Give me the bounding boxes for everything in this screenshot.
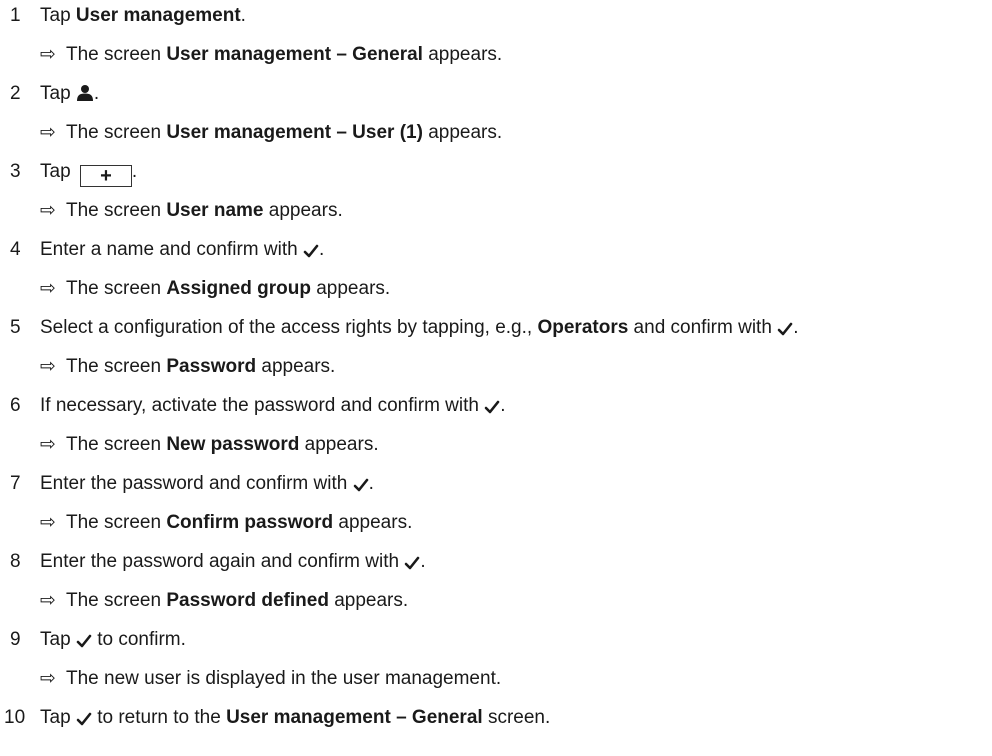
result-arrow-icon: ⇨ — [40, 434, 56, 455]
result-arrow-icon: ⇨ — [40, 44, 56, 65]
result-pre: The screen — [66, 200, 167, 221]
result-text: ⇨ The screen New password appears. — [40, 431, 379, 459]
check-icon — [484, 400, 500, 414]
result-bold: Confirm password — [166, 512, 334, 533]
result-post: appears. — [328, 590, 409, 611]
check-icon — [303, 244, 319, 258]
step-number: 2 — [10, 83, 21, 104]
step-number: 7 — [10, 473, 21, 494]
result-bold: Assigned group — [166, 278, 311, 299]
result-bold: Password defined — [166, 590, 329, 611]
step-text-pre: Enter a name and confirm with — [40, 239, 303, 260]
result-bold: New password — [166, 434, 300, 455]
step-text-post: screen. — [482, 707, 551, 728]
step-number: 5 — [10, 317, 21, 338]
step-text-pre: Select a configuration of the access rig… — [40, 317, 538, 338]
step-number: 6 — [10, 395, 21, 416]
step-text-post: to confirm. — [91, 629, 186, 650]
result-bold: Password — [166, 356, 257, 377]
step-text-pre: Enter the password again and confirm wit… — [40, 551, 405, 572]
step-text-post: . — [131, 161, 138, 182]
step-text-pre: Enter the password and confirm with — [40, 473, 353, 494]
result-text: ⇨ The screen User management – User (1) a… — [40, 119, 502, 147]
step-number: 8 — [10, 551, 21, 572]
result-bold: User name — [166, 200, 264, 221]
step-number: 4 — [10, 239, 21, 260]
result-pre: The screen — [66, 434, 167, 455]
step-text-pre: Tap — [40, 707, 76, 728]
result-arrow-icon: ⇨ — [40, 122, 56, 143]
step-text-post: . — [93, 83, 100, 104]
check-icon — [405, 556, 420, 570]
result-pre: The screen — [66, 278, 167, 299]
result-post: appears. — [256, 356, 336, 377]
check-icon — [777, 322, 793, 336]
step-text: If necessary, activate the password and … — [40, 392, 506, 420]
step-text-pre: Tap — [40, 83, 76, 104]
check-icon — [76, 712, 92, 726]
result-text: ⇨ The screen User name appears. — [40, 197, 343, 225]
step-text-post: . — [500, 395, 506, 416]
result-post: appears. — [299, 434, 379, 455]
result-text: ⇨ The screen Assigned group appears. — [40, 275, 390, 303]
result-arrow-icon: ⇨ — [40, 512, 56, 533]
result-arrow-icon: ⇨ — [40, 668, 56, 689]
step-text: Select a configuration of the access rig… — [40, 314, 798, 342]
result-pre: The screen — [66, 122, 167, 143]
step-text-pre: If necessary, activate the password and … — [40, 395, 485, 416]
step-text-post: . — [420, 551, 426, 572]
result-pre: The screen — [66, 44, 167, 65]
result-post: appears. — [422, 122, 503, 143]
result-pre: The screen — [66, 356, 167, 377]
step-number: 1 — [10, 5, 21, 26]
result-pre: The screen — [66, 512, 167, 533]
result-bold: User management – User (1) — [166, 122, 423, 143]
step-text-post: . — [240, 5, 246, 26]
result-bold: User management – General — [166, 44, 423, 65]
result-post: appears. — [310, 278, 391, 299]
step-text: Enter the password and confirm with . — [40, 470, 374, 498]
result-text: ⇨ The new user is displayed in the user m… — [40, 665, 501, 693]
step-number: 3 — [10, 161, 21, 182]
step-text-bold: User management – General — [226, 707, 483, 728]
check-icon — [353, 478, 368, 492]
result-pre: The screen — [66, 590, 167, 611]
result-post: appears. — [333, 512, 413, 533]
step-text: Tap to return to the User management – G… — [40, 704, 550, 732]
step-text-mid: and confirm with — [628, 317, 778, 338]
step-text-mid: to return to the — [91, 707, 227, 728]
result-pre: The new user is displayed in the user ma… — [66, 668, 502, 689]
result-arrow-icon: ⇨ — [40, 590, 56, 611]
step-number: 10 — [4, 707, 26, 728]
step-number: 9 — [10, 629, 21, 650]
step-text-bold: Operators — [537, 317, 629, 338]
result-text: ⇨ The screen Password appears. — [40, 353, 335, 381]
add-button-icon: + — [79, 165, 132, 187]
result-arrow-icon: ⇨ — [40, 278, 56, 299]
result-arrow-icon: ⇨ — [40, 200, 56, 221]
user-icon — [76, 85, 93, 101]
result-text: ⇨ The screen Password defined appears. — [40, 587, 408, 615]
step-text: Tap +. — [40, 158, 137, 187]
step-text: Tap to confirm. — [40, 626, 186, 654]
result-text: ⇨ The screen User management – General ap… — [40, 41, 502, 69]
step-text-post: . — [318, 239, 325, 260]
result-text: ⇨ The screen Confirm password appears. — [40, 509, 412, 537]
step-text: Tap User management. — [40, 2, 246, 30]
step-text: Enter a name and confirm with . — [40, 236, 324, 264]
result-arrow-icon: ⇨ — [40, 356, 56, 377]
step-text-bold: User management — [75, 5, 241, 26]
step-text: Enter the password again and confirm wit… — [40, 548, 426, 576]
step-text-pre: Tap — [40, 5, 76, 26]
step-text-pre: Tap — [40, 629, 76, 650]
step-text: Tap . — [40, 80, 99, 108]
step-text-pre: Tap — [40, 161, 76, 182]
result-post: appears. — [422, 44, 503, 65]
check-icon — [76, 634, 92, 648]
result-post: appears. — [263, 200, 343, 221]
step-text-post: . — [368, 473, 374, 494]
step-text-post: . — [793, 317, 799, 338]
